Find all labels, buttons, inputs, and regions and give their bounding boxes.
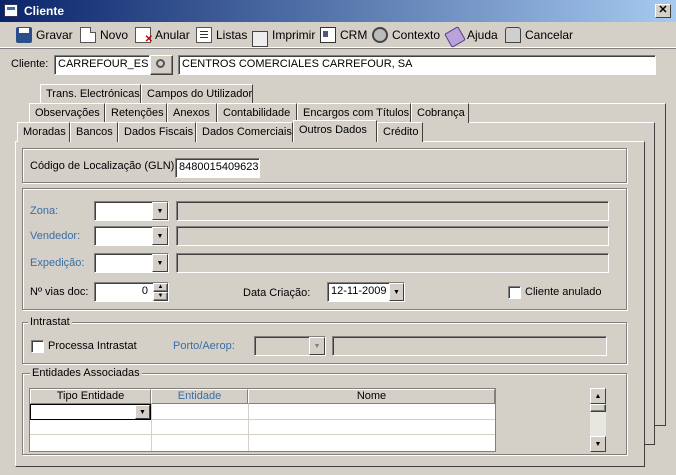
expedicao-combo[interactable]: ▼ <box>94 253 169 273</box>
vendedor-label: Vendedor: <box>30 230 81 242</box>
column-header-nome[interactable]: Nome <box>248 389 495 404</box>
scroll-down-icon[interactable]: ▼ <box>590 436 606 452</box>
column-header-entidade[interactable]: Entidade <box>151 389 248 404</box>
scroll-thumb[interactable] <box>590 404 606 412</box>
void-button[interactable]: Anular <box>135 25 190 45</box>
toolbar: Gravar Novo Anular Listas Imprimir CRM C… <box>0 22 676 48</box>
gear-icon <box>372 27 388 43</box>
save-icon <box>16 27 32 43</box>
porto-description-field <box>332 336 607 356</box>
tab-retencoes[interactable]: Retenções <box>105 103 167 123</box>
grid-divider <box>248 420 249 435</box>
tab-observacoes[interactable]: Observações <box>29 103 105 123</box>
window-title: Cliente <box>24 4 65 18</box>
grid-divider <box>151 420 152 435</box>
tab-contabilidade[interactable]: Contabilidade <box>217 103 297 123</box>
lists-button[interactable]: Listas <box>196 25 247 45</box>
grid-divider <box>248 435 249 451</box>
cancel-label: Cancelar <box>525 28 574 42</box>
help-book-icon <box>444 25 466 48</box>
calendar-dropdown-icon[interactable]: ▼ <box>389 283 404 301</box>
client-label: Cliente: <box>11 58 49 70</box>
grid-scrollbar[interactable]: ▲ ▼ <box>590 388 607 452</box>
new-button[interactable]: Novo <box>80 25 128 45</box>
vias-label: Nº vias doc: <box>30 286 89 298</box>
void-document-icon <box>135 27 153 45</box>
column-header-tipo-entidade[interactable]: Tipo Entidade <box>30 389 151 404</box>
tab-trans-electronicas[interactable]: Trans. Electrónicas <box>40 84 141 104</box>
cliente-anulado-checkbox[interactable] <box>508 286 521 299</box>
tipo-entidade-combo[interactable]: ▼ <box>30 404 151 420</box>
save-button[interactable]: Gravar <box>16 25 73 45</box>
scroll-up-icon[interactable]: ▲ <box>590 388 606 404</box>
cancel-button[interactable]: Cancelar <box>505 25 573 45</box>
tab-cobranca[interactable]: Cobrança <box>411 103 469 123</box>
tab-credito[interactable]: Crédito <box>377 122 423 142</box>
help-label: Ajuda <box>467 28 498 42</box>
help-button[interactable]: Ajuda <box>444 25 498 48</box>
tab-anexos[interactable]: Anexos <box>167 103 217 123</box>
client-name-field[interactable]: CENTROS COMERCIALES CARREFOUR, SA <box>178 55 656 75</box>
expedicao-label: Expedição: <box>30 257 85 269</box>
processa-intrastat-checkbox[interactable] <box>31 340 44 353</box>
table-row[interactable] <box>30 435 495 451</box>
grid-divider <box>248 404 249 420</box>
context-button[interactable]: Contexto <box>372 25 440 45</box>
stepper-down-icon[interactable]: ▼ <box>153 292 168 301</box>
grid-divider <box>151 404 152 420</box>
data-criacao-label: Data Criação: <box>243 287 311 299</box>
tab-bancos[interactable]: Bancos <box>70 122 118 142</box>
new-document-icon <box>80 27 96 43</box>
entidades-title: Entidades Associadas <box>30 367 142 379</box>
zona-combo[interactable]: ▼ <box>94 201 169 221</box>
list-icon <box>196 27 212 43</box>
table-row[interactable]: ▼ <box>30 404 495 420</box>
chevron-down-icon: ▼ <box>152 254 168 272</box>
tab-moradas[interactable]: Moradas <box>17 122 70 142</box>
close-button[interactable]: ✕ <box>655 4 671 18</box>
magnifier-icon <box>156 59 165 68</box>
zona-description-field <box>176 201 609 221</box>
expedicao-description-field <box>176 253 609 273</box>
tab-dados-fiscais[interactable]: Dados Fiscais <box>118 122 196 142</box>
chevron-down-icon: ▼ <box>135 405 150 419</box>
print-button[interactable]: Imprimir <box>252 25 316 47</box>
stepper-up-icon[interactable]: ▲ <box>153 283 168 292</box>
tab-dados-comerciais[interactable]: Dados Comerciais <box>196 122 293 142</box>
print-label: Imprimir <box>272 28 316 42</box>
processa-intrastat-label: Processa Intrastat <box>48 340 137 352</box>
vendedor-combo[interactable]: ▼ <box>94 226 169 246</box>
chevron-down-icon: ▼ <box>152 202 168 220</box>
lists-label: Listas <box>216 28 248 42</box>
gln-label: Código de Localização (GLN): <box>30 160 178 172</box>
context-label: Contexto <box>392 28 441 42</box>
window-icon <box>4 4 18 17</box>
exit-door-icon <box>505 27 521 43</box>
client-code-field[interactable]: CARREFOUR_ES <box>54 55 150 75</box>
grid-divider <box>151 435 152 451</box>
porto-combo: ▼ <box>254 336 326 356</box>
porto-label: Porto/Aerop: <box>173 340 235 352</box>
chevron-down-icon: ▼ <box>309 337 325 355</box>
new-label: Novo <box>100 28 129 42</box>
vias-stepper-buttons[interactable]: ▲ ▼ <box>153 283 168 301</box>
chevron-down-icon: ▼ <box>152 227 168 245</box>
contact-card-icon <box>320 27 336 43</box>
gln-field[interactable]: 8480015409623 <box>175 158 260 178</box>
intrastat-title: Intrastat <box>28 316 72 328</box>
save-label: Gravar <box>36 28 73 42</box>
crm-button[interactable]: CRM <box>320 25 367 45</box>
entidades-grid[interactable]: Tipo Entidade Entidade Nome ▼ <box>29 388 496 452</box>
void-label: Anular <box>155 28 190 42</box>
table-row[interactable] <box>30 420 495 435</box>
cliente-anulado-label: Cliente anulado <box>525 286 602 298</box>
zona-label: Zona: <box>30 205 59 217</box>
tab-outros-dados[interactable]: Outros Dados <box>293 120 377 142</box>
printer-icon <box>252 31 268 47</box>
title-bar: Cliente ✕ <box>0 0 676 22</box>
vendedor-description-field <box>176 226 609 246</box>
client-search-button[interactable] <box>150 55 173 75</box>
crm-label: CRM <box>340 28 368 42</box>
tab-campos-utilizador[interactable]: Campos do Utilizador <box>141 84 253 104</box>
